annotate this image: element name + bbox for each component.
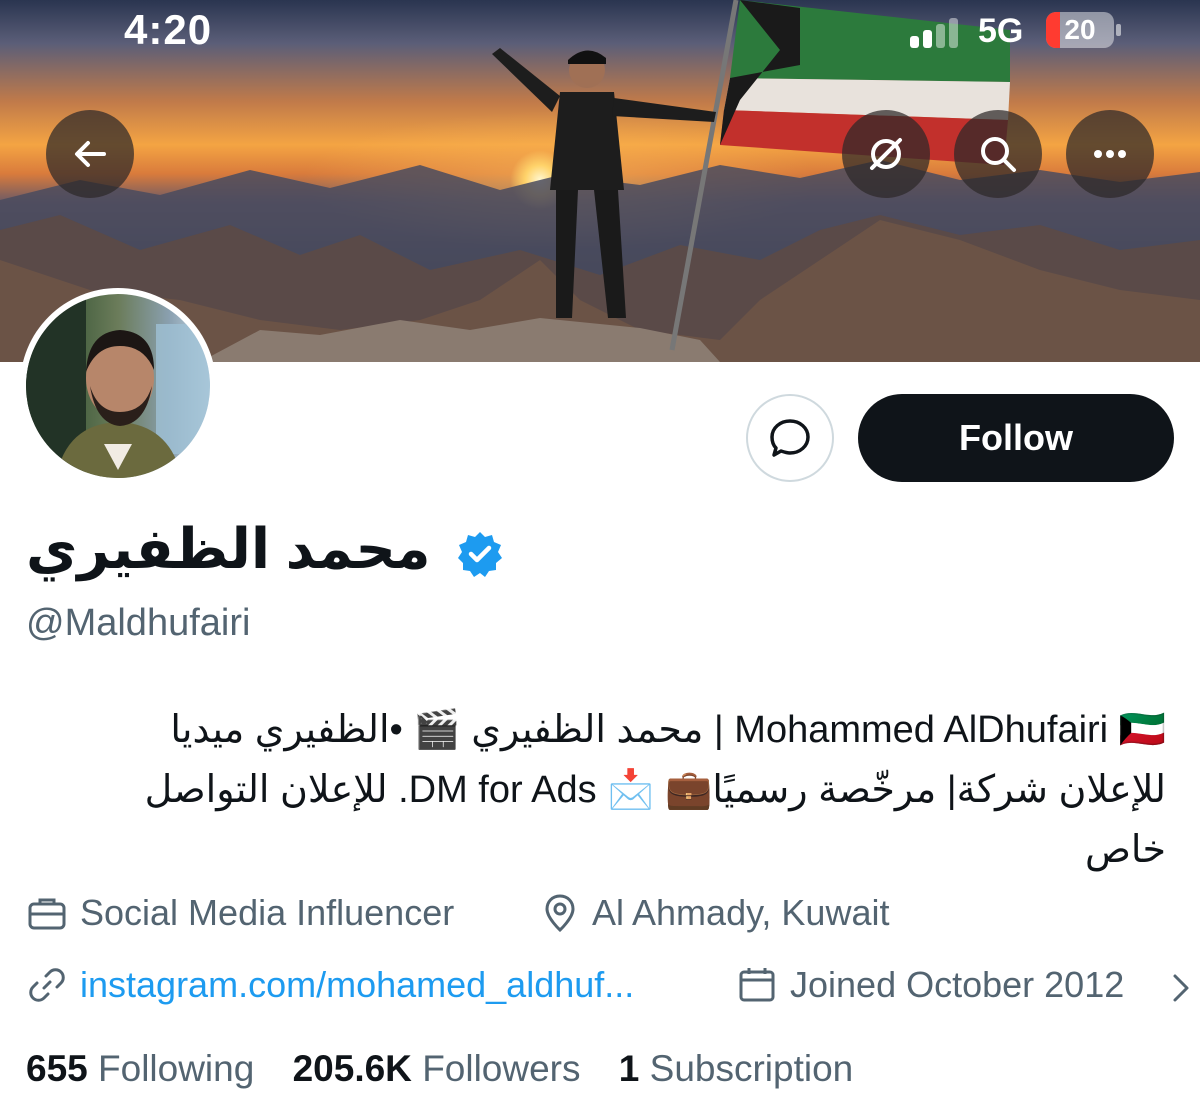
profile-banner: 4:20 5G 20	[0, 0, 1200, 362]
link-icon	[29, 968, 65, 1002]
network-type: 5G	[978, 12, 1024, 50]
profile-bio: Mohammed AlDhufairi 🇰🇼 | محمد الظفيري 🎬 …	[26, 700, 1166, 880]
profile-stats: 655 Following 205.6K Followers 1 Subscri…	[26, 1048, 881, 1090]
location-text: Al Ahmady, Kuwait	[592, 892, 890, 933]
search-button[interactable]	[954, 110, 1042, 198]
profile-joined: Joined October 2012	[736, 964, 1124, 1006]
username-handle: @Maldhufairi	[26, 602, 251, 644]
back-button[interactable]	[46, 110, 134, 198]
calendar-icon	[739, 968, 775, 1002]
battery-cap	[1116, 24, 1121, 36]
bio-line: Mohammed AlDhufairi 🇰🇼 | محمد الظفيري 🎬 …	[170, 709, 1166, 751]
message-bubble-icon	[770, 419, 810, 457]
category-text: Social Media Influencer	[80, 892, 455, 933]
avatar-person	[26, 294, 210, 478]
bio-line: خاص	[1084, 829, 1166, 871]
more-horizontal-icon	[1094, 150, 1126, 158]
search-icon	[981, 137, 1016, 172]
battery-icon: 20	[1046, 12, 1114, 48]
status-time: 4:20	[124, 6, 213, 53]
display-name: محمد الظفيري	[26, 517, 431, 580]
message-button[interactable]	[746, 394, 834, 482]
subscription-count: 1	[618, 1048, 640, 1089]
arrow-left-icon	[75, 141, 106, 167]
website-link[interactable]: instagram.com/mohamed_aldhuf...	[80, 964, 634, 1006]
verified-badge-icon[interactable]	[456, 530, 504, 578]
following-count: 655	[26, 1048, 88, 1089]
subscription-label: Subscription	[649, 1048, 854, 1089]
following-stat[interactable]: 655 Following	[26, 1048, 254, 1089]
profile-website[interactable]: instagram.com/mohamed_aldhuf...	[26, 964, 634, 1006]
location-pin-icon	[545, 894, 575, 933]
status-bar: 4:20 5G 20	[0, 0, 1200, 64]
profile-category: Social Media Influencer	[26, 892, 454, 934]
avatar-photo	[26, 294, 210, 478]
followers-count: 205.6K	[292, 1048, 412, 1089]
follow-button[interactable]: Follow	[858, 394, 1174, 482]
subscription-stat[interactable]: 1 Subscription	[619, 1048, 853, 1089]
bio-line: للإعلان شركة| مرخّصة رسميًا💼 📩 DM for Ad…	[144, 769, 1166, 811]
briefcase-icon	[28, 898, 66, 930]
slashed-circle-icon	[870, 138, 902, 170]
following-label: Following	[98, 1048, 255, 1089]
followers-stat[interactable]: 205.6K Followers	[293, 1048, 581, 1089]
joined-text: Joined October 2012	[790, 964, 1125, 1005]
more-button[interactable]	[1066, 110, 1154, 198]
profile-location: Al Ahmady, Kuwait	[540, 892, 889, 934]
battery-percent: 20	[1064, 14, 1096, 45]
chevron-right-icon[interactable]	[1170, 968, 1192, 1008]
translate-button[interactable]	[842, 110, 930, 198]
profile-avatar[interactable]	[20, 288, 216, 484]
cellular-signal-icon	[910, 14, 966, 48]
followers-label: Followers	[422, 1048, 581, 1089]
